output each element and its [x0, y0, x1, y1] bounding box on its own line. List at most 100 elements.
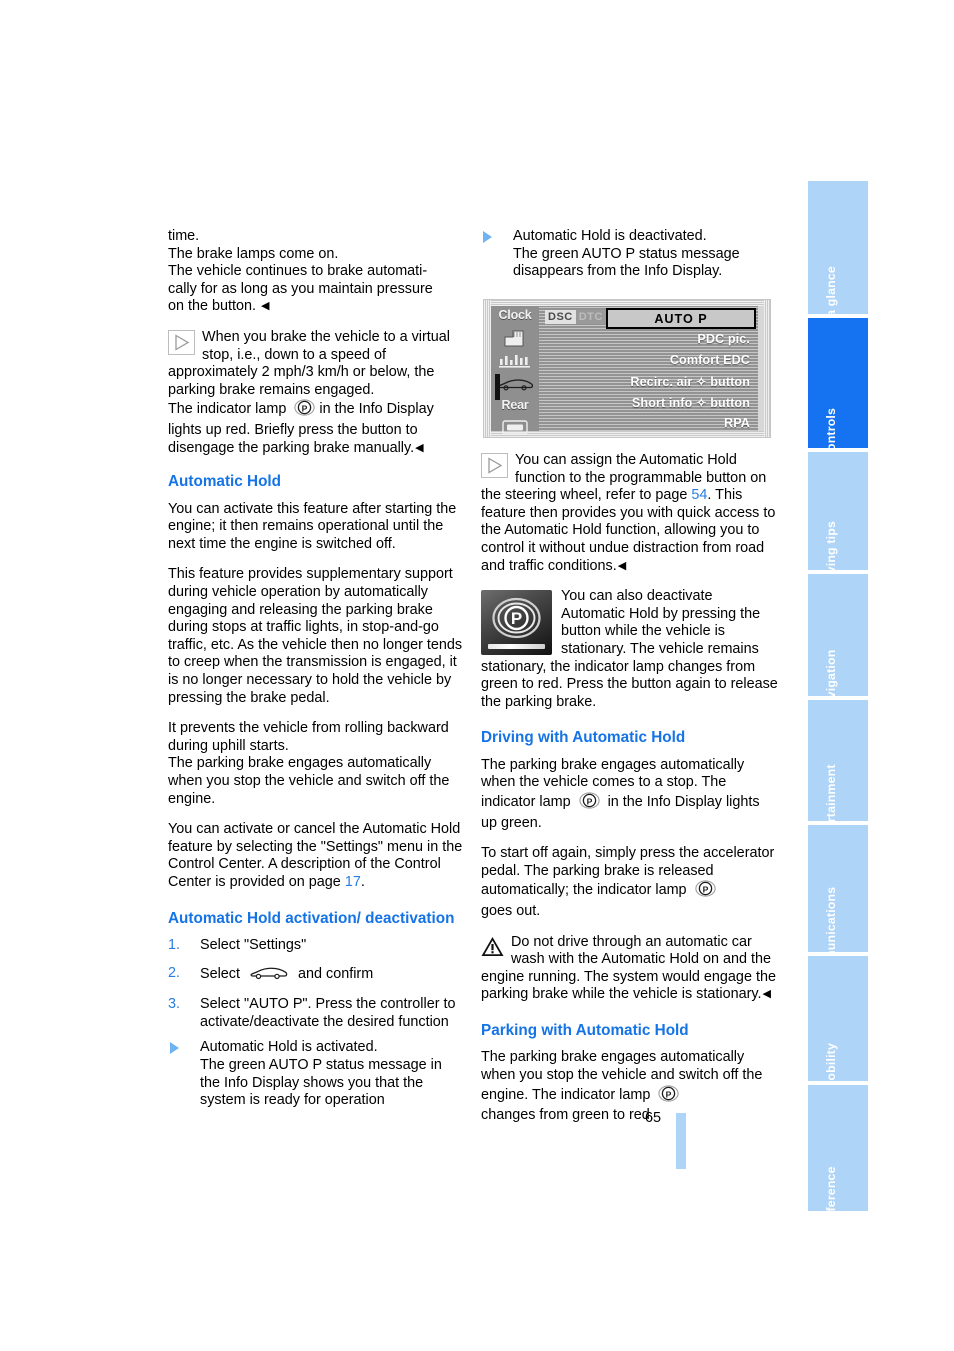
sidebar-item-at-a-glance[interactable]: At a glance [808, 181, 868, 314]
paragraph-control-center: You can activate or cancel the Automatic… [168, 821, 465, 891]
display-row-recirc-air-button[interactable]: Recirc. air ✧ button [630, 374, 750, 389]
step-1-text: Select "Settings" [200, 937, 307, 953]
intro-line-5: on the button. [168, 298, 257, 315]
display-row-auto-p-label: AUTO P [654, 312, 708, 326]
parking-brake-indicator-icon: P [294, 399, 316, 422]
result-deactivated-arrow-icon [483, 231, 492, 243]
section-tab-rail: At a glance Controls Driving tips Naviga… [808, 181, 868, 1211]
figure-caption [768, 302, 780, 432]
tab-label: Communications [824, 886, 838, 952]
paragraph-driving: The parking brake engages automatically … [481, 757, 778, 832]
result-activated: Automatic Hold is activated. The green A… [168, 1039, 465, 1109]
page-number: 65 [645, 1110, 662, 1126]
equalizer-icon[interactable] [498, 353, 532, 370]
right-text-column-bottom: You can assign the Automatic Hold functi… [481, 452, 778, 1138]
tab-label: Driving tips [824, 520, 838, 570]
seat-icon[interactable] [502, 328, 528, 350]
car-icon[interactable] [497, 376, 535, 393]
paragraph-parking-text-b: changes from green to red. [481, 1107, 654, 1124]
step-2: 2. Select and confirm [168, 965, 465, 987]
step-2-text-after: and confirm [298, 965, 374, 982]
step-3-number: 3. [168, 996, 181, 1013]
dsc-badge: DSC [545, 310, 576, 324]
tab-label: Navigation [824, 649, 838, 696]
display-row-comfort-edc[interactable]: Comfort EDC [670, 353, 750, 367]
display-menu-list: DSC DTC AUTO P PDC pic. Comfort EDC Reci… [539, 306, 758, 431]
result-deactivated: Automatic Hold is deactivated. The green… [481, 228, 778, 281]
paragraph-rolling-backward: It prevents the vehicle from rolling bac… [168, 720, 465, 808]
display-row-rpa[interactable]: RPA [724, 416, 750, 430]
paragraph-parking: The parking brake engages automatically … [481, 1049, 778, 1124]
note-indicator-lamp-prefix: The indicator lamp [168, 401, 287, 418]
heading-activation-deactivation: Automatic Hold activation/ deactivation [168, 909, 455, 927]
note-block-virtual-stop: When you brake the vehicle to a virtual … [168, 329, 465, 457]
button-photo-block: P You can also deactivate Automatic Hold… [481, 588, 778, 711]
tab-label: Reference [824, 1166, 838, 1211]
svg-text:P: P [586, 796, 592, 806]
sidebar-item-communications[interactable]: Communications [808, 825, 868, 952]
heading-automatic-hold: Automatic Hold [168, 473, 282, 491]
sidebar-item-navigation[interactable]: Navigation [808, 574, 868, 696]
paragraph-start-off-text-a: To start off again, simply press the acc… [481, 845, 775, 899]
right-text-column-top: Automatic Hold is deactivated. The green… [481, 228, 778, 290]
paragraph-control-center-period: . [360, 873, 365, 890]
tab-label: Controls [824, 407, 838, 448]
sidebar-item-driving-tips[interactable]: Driving tips [808, 452, 868, 570]
display-item-rear[interactable]: Rear [491, 398, 539, 412]
paragraph-control-center-text: You can activate or cancel the Automatic… [168, 821, 463, 890]
page-ref-17-link[interactable]: 17 [345, 874, 361, 890]
intro-line-4: cally for as long as you maintain pressu… [168, 280, 433, 297]
warning-text: Do not drive through an automatic car wa… [481, 934, 776, 1003]
svg-text:P: P [702, 885, 708, 895]
page-marker-bar [676, 1113, 686, 1169]
parking-brake-indicator-icon: P [578, 792, 600, 815]
parking-brake-button-photo: P [481, 590, 552, 656]
page-ref-54-link[interactable]: 54 [691, 487, 707, 503]
step-2-text-before: Select [200, 965, 240, 982]
display-row-short-info-button[interactable]: Short info ✧ button [632, 395, 750, 410]
info-display-screen: Clock Rear DSC DTC AUTO P PDC pic. Comfo… [483, 299, 771, 438]
paragraph-start-off-text-b: goes out. [481, 902, 541, 919]
paragraph-start-off: To start off again, simply press the acc… [481, 845, 778, 920]
button-light-strip [488, 644, 545, 650]
parking-brake-indicator-icon: P [694, 880, 716, 903]
display-row-pdc-pic[interactable]: PDC pic. [697, 332, 750, 346]
intro-line-3: The vehicle continues to brake automati- [168, 263, 428, 280]
svg-text:P: P [302, 404, 308, 414]
sidebar-item-mobility[interactable]: Mobility [808, 956, 868, 1081]
step-3-text: Select "AUTO P". Press the controller to… [200, 996, 456, 1030]
left-text-column: time. The brake lamps come on. The vehic… [168, 228, 465, 1121]
info-display-figure: Clock Rear DSC DTC AUTO P PDC pic. Comfo… [481, 296, 778, 442]
tab-label: At a glance [824, 266, 838, 314]
svg-text:P: P [511, 609, 522, 628]
sidebar-item-entertainment[interactable]: Entertainment [808, 700, 868, 821]
note-block-programmable-button: You can assign the Automatic Hold functi… [481, 452, 778, 575]
intro-line-2: The brake lamps come on. [168, 245, 339, 262]
warning-block-car-wash: Do not drive through an automatic car wa… [481, 934, 778, 1004]
rear-window-icon[interactable] [502, 420, 528, 436]
display-cursor [495, 374, 500, 400]
intro-paragraph: time. The brake lamps come on. The vehic… [168, 228, 465, 316]
display-row-auto-p-selected[interactable]: AUTO P [606, 308, 756, 329]
note-text-virtual-stop: When you brake the vehicle to a virtual … [168, 328, 450, 398]
result-deactivated-text: Automatic Hold is deactivated. The green… [513, 228, 740, 280]
tab-label: Entertainment [824, 764, 838, 821]
tab-label: Mobility [824, 1042, 838, 1081]
display-item-clock[interactable]: Clock [491, 308, 539, 322]
paragraph-parking-text-a: The parking brake engages automatically … [481, 1049, 763, 1103]
display-left-menu: Clock Rear [491, 306, 539, 435]
sidebar-item-reference[interactable]: Reference [808, 1085, 868, 1211]
dsc-dtc-badges: DSC DTC [545, 310, 606, 324]
heading-driving-with-automatic-hold: Driving with Automatic Hold [481, 729, 686, 747]
result-arrow-icon [170, 1042, 179, 1055]
step-3: 3. Select "AUTO P". Press the controller… [168, 996, 465, 1031]
manual-page: time. The brake lamps come on. The vehic… [0, 0, 954, 1351]
sidebar-item-controls[interactable]: Controls [808, 318, 868, 448]
note-triangle-icon [168, 329, 195, 355]
paragraph-activate-feature: You can activate this feature after star… [168, 500, 457, 552]
step-2-number: 2. [168, 964, 181, 981]
heading-parking-with-automatic-hold: Parking with Automatic Hold [481, 1021, 689, 1039]
paragraph-rolling-backward-text: It prevents the vehicle from rolling bac… [168, 720, 450, 807]
car-icon [250, 965, 288, 987]
result-activated-text: Automatic Hold is activated. The green A… [200, 1039, 442, 1109]
